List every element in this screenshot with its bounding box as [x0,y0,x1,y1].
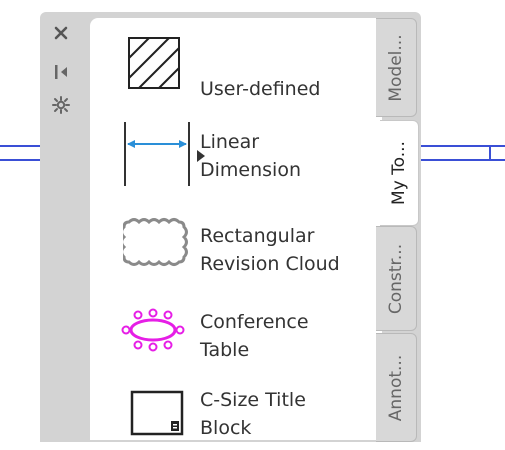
close-icon[interactable] [50,24,72,44]
tab-constraints[interactable]: Constr... [376,226,417,331]
tool-conference-table[interactable]: Conference Table [90,294,382,374]
tab-label: Annot... [386,354,406,421]
tool-label: Linear Dimension [200,131,301,181]
tool-palette-content: User-defined Linear Dimension Rectangula… [90,18,382,440]
tab-label: Constr... [386,243,406,314]
tool-label: Rectangular Revision Cloud [200,225,340,275]
revision-cloud-icon [123,218,188,266]
tab-label: Model... [386,33,406,102]
tool-linear-dimension[interactable]: Linear Dimension [90,120,382,200]
tool-label: C-Size Title Block [200,389,306,439]
tool-rectangular-revision-cloud[interactable]: Rectangular Revision Cloud [90,208,382,288]
tool-label: User-defined [200,78,321,100]
auto-hide-icon[interactable] [50,62,72,82]
conference-table-icon [121,308,185,352]
tab-my-tools[interactable]: My To... [380,120,419,226]
hatch-pattern-icon [128,37,180,89]
tab-model[interactable]: Model... [376,18,417,117]
tab-label: My To... [389,141,409,205]
properties-icon[interactable] [50,95,72,115]
tab-annotation[interactable]: Annot... [376,333,417,442]
tool-c-size-title-block[interactable]: C-Size Title Block [90,370,382,450]
tool-label: Conference Table [200,311,309,361]
tool-user-defined[interactable]: User-defined [90,36,382,116]
title-block-icon [130,390,184,436]
